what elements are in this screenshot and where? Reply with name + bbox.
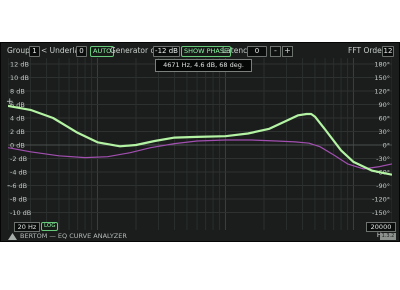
latency-increase-button[interactable]: + <box>282 46 293 57</box>
y-tick-label-deg: -30° <box>376 155 390 163</box>
fft-order-field[interactable]: 12 <box>382 46 394 57</box>
latency-field[interactable]: 0 <box>247 46 267 57</box>
log-scale-toggle[interactable]: LOG <box>41 222 59 231</box>
y-tick-label-deg: -120° <box>372 196 390 204</box>
y-tick-label-db: -8 dB <box>10 196 27 204</box>
generator-field[interactable]: -12 dB <box>153 46 180 57</box>
y-tick-label-deg: 180° <box>374 61 390 69</box>
y-tick-label-db: 2 dB <box>10 128 25 136</box>
plugin-title: BERTOM — EQ CURVE ANALYZER <box>20 232 127 240</box>
phase-curve-line <box>8 139 392 170</box>
y-tick-label-db: -4 dB <box>10 169 27 177</box>
y-tick-label-db: -6 dB <box>10 182 27 190</box>
version-badge: 1.3.2 <box>380 233 396 240</box>
y-tick-label-db: 4 dB <box>10 115 25 123</box>
y-tick-label-db: -10 dB <box>10 209 31 217</box>
y-tick-label-db: 8 dB <box>10 88 25 96</box>
y-tick-label-deg: -90° <box>376 182 390 190</box>
y-tick-label-deg: 120° <box>374 88 390 96</box>
zoom-out-marker[interactable]: - <box>7 181 10 191</box>
y-tick-label-db: 12 dB <box>10 61 29 69</box>
y-tick-label-db: 10 dB <box>10 74 29 82</box>
cursor-readout: 4671 Hz, 4.6 dB, 68 deg. <box>155 59 252 72</box>
zoom-in-marker[interactable]: + <box>6 97 14 107</box>
eq-chart-svg[interactable]: 12 dB 180°10 dB 150°8 dB 120°6 dB 90°4 dB 60°… <box>8 58 392 230</box>
group-label: Group <box>7 46 30 55</box>
bertom-logo-icon <box>8 233 17 240</box>
fft-order-label: FFT Order <box>348 46 385 55</box>
toolbar: Group 1 < Underlay 0 AUTO Generator out … <box>0 45 400 59</box>
y-tick-label-deg: 30° <box>378 128 390 136</box>
underlay-field[interactable]: 0 <box>76 46 87 57</box>
latency-decrease-button[interactable]: - <box>270 46 281 57</box>
y-tick-label-deg: 90° <box>378 101 390 109</box>
y-tick-label-deg: -150° <box>372 209 390 217</box>
y-tick-label-db: -2 dB <box>10 155 27 163</box>
eq-curve-plot[interactable]: 12 dB 180° 10 dB 150° 8 dB 120° 6 dB 90° 4 dB 60°… <box>8 58 392 230</box>
group-field[interactable]: 1 <box>29 46 40 57</box>
y-tick-label-deg: 150° <box>374 74 390 82</box>
y-tick-label-deg: 60° <box>378 115 390 123</box>
y-tick-label-deg: 0° <box>383 142 390 150</box>
footer-bar: BERTOM — EQ CURVE ANALYZER 1.3.2 <box>0 231 400 242</box>
